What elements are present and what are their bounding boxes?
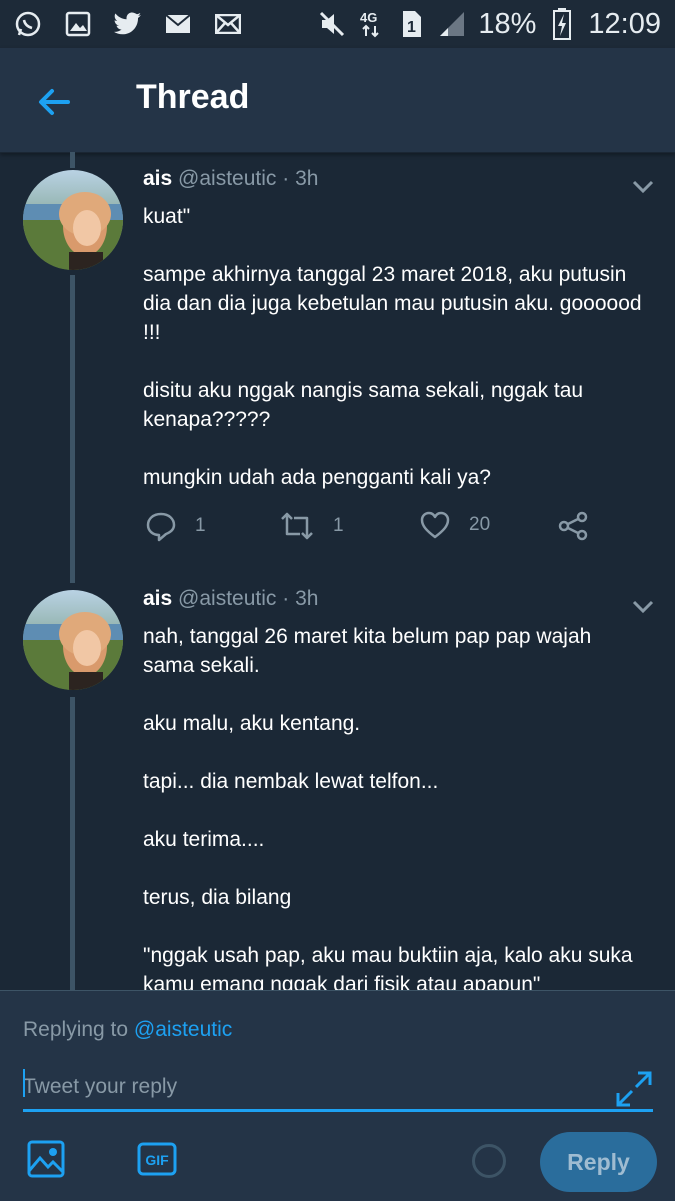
clock: 12:09 (588, 7, 661, 40)
chevron-down-icon (632, 180, 654, 194)
share-action[interactable] (557, 510, 589, 542)
replying-to: Replying to @aisteutic (23, 1018, 232, 1042)
tweet-header: ais @aisteutic · 3h (143, 167, 318, 191)
tweet-paragraph: "nggak usah pap, aku mau buktiin aja, ka… (143, 944, 639, 990)
page-title: Thread (136, 78, 250, 116)
twitter-icon (114, 10, 142, 38)
image-icon (27, 1140, 65, 1178)
sim-1-icon: 1 (398, 10, 426, 38)
retweet-icon (281, 512, 313, 540)
reply-icon (146, 512, 176, 542)
svg-text:1: 1 (407, 19, 416, 36)
user-handle[interactable]: @aisteutic (178, 587, 276, 610)
tweet[interactable]: ais @aisteutic · 3h nah, tanggal 26 mare… (0, 582, 675, 990)
reply-action[interactable]: 1 (145, 510, 206, 542)
display-name[interactable]: ais (143, 167, 172, 190)
battery-charging-icon (548, 8, 576, 40)
gif-label: GIF (145, 1152, 169, 1168)
avatar[interactable] (23, 590, 123, 690)
reply-button[interactable]: Reply (540, 1132, 657, 1192)
tweet-header: ais @aisteutic · 3h (143, 587, 318, 611)
tweet-paragraph: mungkin udah ada pengganti kali ya? (143, 466, 491, 489)
add-gif-button[interactable]: GIF (137, 1142, 177, 1176)
text-cursor (23, 1069, 25, 1097)
network-4g-icon: 4G (358, 10, 386, 38)
tweet-menu-button[interactable] (630, 596, 656, 616)
share-icon (558, 511, 588, 541)
gallery-icon (64, 10, 92, 38)
tweet-text: kuat" sampe akhirnya tanggal 23 maret 20… (143, 202, 643, 492)
avatar[interactable] (23, 170, 123, 270)
battery-percent: 18% (478, 7, 537, 40)
user-handle[interactable]: @aisteutic (178, 167, 276, 190)
reply-input[interactable] (23, 1065, 653, 1112)
app-bar: Thread (0, 48, 675, 153)
replying-to-handle[interactable]: @aisteutic (134, 1018, 232, 1041)
reply-composer: Replying to @aisteutic GIF Reply (0, 990, 675, 1201)
arrow-left-icon (39, 89, 70, 115)
add-photo-button[interactable] (26, 1139, 66, 1179)
mail-icon (214, 10, 242, 38)
display-name[interactable]: ais (143, 587, 172, 610)
expand-button[interactable] (614, 1069, 654, 1109)
like-count: 20 (469, 514, 491, 535)
tweet-paragraph: aku malu, aku kentang. (143, 712, 361, 735)
tweet-actions: 1 1 20 (143, 510, 603, 550)
retweet-action[interactable]: 1 (279, 510, 344, 542)
reply-count: 1 (195, 515, 206, 536)
like-action[interactable]: 20 (419, 510, 490, 540)
tweet-paragraph: disitu aku nggak nangis sama sekali, ngg… (143, 379, 589, 431)
retweet-count: 1 (333, 515, 344, 536)
status-bar: 4G 1 18% 12:09 (0, 0, 675, 48)
chevron-down-icon (632, 600, 654, 614)
signal-icon (438, 10, 466, 38)
heart-icon (420, 511, 450, 539)
back-button[interactable] (34, 82, 74, 122)
tweet-paragraph: terus, dia bilang (143, 886, 292, 909)
tweet-text: nah, tanggal 26 maret kita belum pap pap… (143, 622, 643, 990)
replying-to-label: Replying to (23, 1018, 129, 1041)
timestamp: · 3h (282, 587, 319, 610)
gif-icon: GIF (137, 1142, 177, 1176)
timestamp: · 3h (282, 167, 319, 190)
tweet-paragraph: kuat" (143, 205, 191, 228)
whatsapp-icon (14, 10, 42, 38)
tweet-paragraph: tapi... dia nembak lewat telfon... (143, 770, 439, 793)
character-counter-ring (472, 1144, 506, 1178)
tweet-paragraph: nah, tanggal 26 maret kita belum pap pap… (143, 625, 598, 677)
tweet-menu-button[interactable] (630, 176, 656, 196)
tweet-paragraph: aku terima.... (143, 828, 265, 851)
email-icon (164, 10, 192, 38)
tweet-paragraph: sampe akhirnya tanggal 23 maret 2018, ak… (143, 263, 648, 344)
tweet[interactable]: ais @aisteutic · 3h kuat" sampe akhirnya… (0, 152, 675, 582)
mute-icon (318, 10, 346, 38)
svg-text:4G: 4G (360, 10, 377, 25)
expand-icon (616, 1071, 652, 1107)
